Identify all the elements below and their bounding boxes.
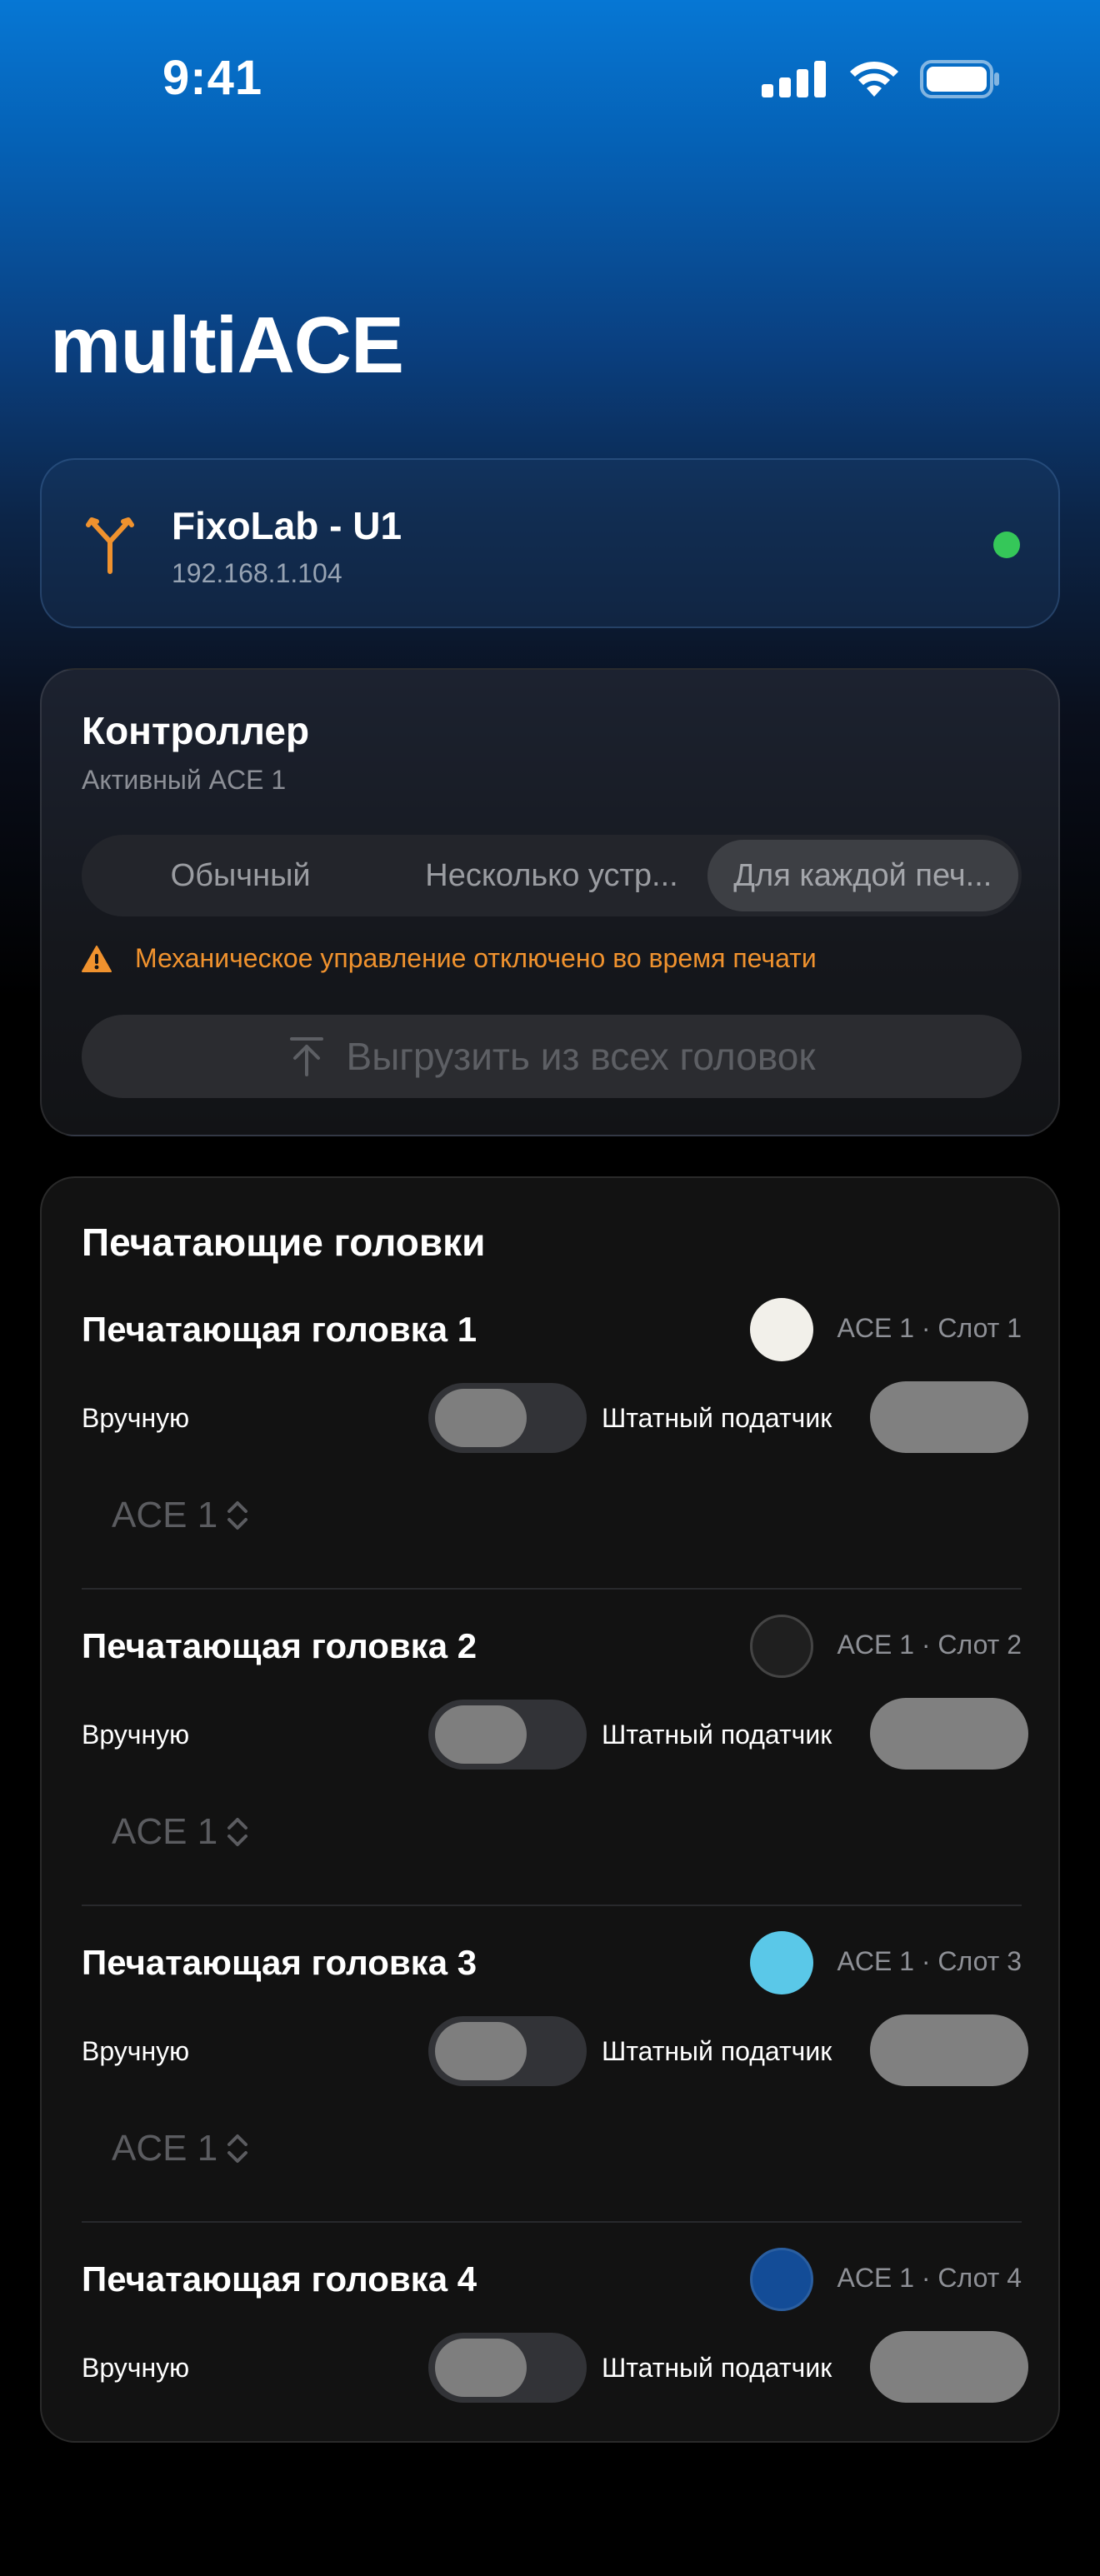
printer-ip: 192.168.1.104 xyxy=(172,558,342,588)
cellular-signal-icon xyxy=(762,61,826,97)
ace-selector[interactable]: ACE 1 xyxy=(112,1495,249,1536)
mode-segmented-control[interactable]: Обычный Несколько устр... Для каждой печ… xyxy=(82,835,1022,916)
chevron-up-down-icon xyxy=(228,1501,248,1530)
print-heads-title: Печатающие головки xyxy=(82,1221,486,1264)
toggle-knob xyxy=(435,2022,527,2080)
print-head-2: Печатающая головка 2 ACE 1 · Слот 2 Вруч… xyxy=(82,1615,1028,1943)
head-name: Печатающая головка 1 xyxy=(82,1310,478,1349)
status-time: 9:41 xyxy=(162,51,263,105)
manual-toggle[interactable] xyxy=(428,2333,587,2403)
feeder-toggle[interactable] xyxy=(870,2014,1028,2086)
manual-label: Вручную xyxy=(82,2353,190,2383)
ace-selector[interactable]: ACE 1 xyxy=(112,2128,249,2169)
fork-icon xyxy=(86,517,134,574)
feeder-label: Штатный податчик xyxy=(602,2353,832,2383)
printer-name: FixoLab - U1 xyxy=(172,504,402,547)
manual-label: Вручную xyxy=(82,1403,190,1433)
divider xyxy=(82,1588,1022,1590)
printer-card[interactable]: FixoLab - U1 192.168.1.104 xyxy=(40,458,1060,628)
divider xyxy=(82,2221,1022,2223)
feeder-toggle[interactable] xyxy=(870,1381,1028,1453)
warning-text: Механическое управление отключено во вре… xyxy=(135,943,817,973)
upload-icon xyxy=(289,1037,323,1076)
page-title: multiACE xyxy=(50,301,404,390)
filament-color-swatch[interactable] xyxy=(750,1931,813,1994)
warning-icon xyxy=(82,945,112,972)
print-heads-card: Печатающие головки Печатающая головка 1 … xyxy=(40,1176,1060,2443)
print-head-4: Печатающая головка 4 ACE 1 · Слот 4 Вруч… xyxy=(82,2248,1028,2576)
controller-subtitle: Активный ACE 1 xyxy=(82,765,287,795)
head-slot-label: ACE 1 · Слот 4 xyxy=(837,2263,1022,2293)
filament-color-swatch[interactable] xyxy=(750,1298,813,1361)
head-slot-label: ACE 1 · Слот 3 xyxy=(837,1946,1022,1976)
manual-toggle[interactable] xyxy=(428,2016,587,2086)
wifi-icon xyxy=(850,61,898,97)
status-icons xyxy=(762,60,1000,98)
ace-selector-value: ACE 1 xyxy=(112,2128,218,2169)
feeder-label: Штатный податчик xyxy=(602,1403,832,1433)
mode-segment-multi-device[interactable]: Несколько устр... xyxy=(396,840,707,911)
feeder-label: Штатный податчик xyxy=(602,1720,832,1750)
connection-status-dot xyxy=(993,532,1020,558)
mode-segment-per-print[interactable]: Для каждой печ... xyxy=(707,840,1018,911)
manual-label: Вручную xyxy=(82,1720,190,1750)
filament-color-swatch[interactable] xyxy=(750,2248,813,2311)
print-head-3: Печатающая головка 3 ACE 1 · Слот 3 Вруч… xyxy=(82,1931,1028,2259)
ace-selector-value: ACE 1 xyxy=(112,1495,218,1535)
manual-toggle[interactable] xyxy=(428,1700,587,1770)
feeder-label: Штатный податчик xyxy=(602,2036,832,2066)
ace-selector[interactable]: ACE 1 xyxy=(112,1811,249,1853)
controller-card: Контроллер Активный ACE 1 Обычный Нескол… xyxy=(40,668,1060,1136)
print-head-1: Печатающая головка 1 ACE 1 · Слот 1 Вруч… xyxy=(82,1298,1028,1626)
chevron-up-down-icon xyxy=(228,2134,248,2163)
toggle-knob xyxy=(435,1705,527,1764)
warning-message: Механическое управление отключено во вре… xyxy=(82,943,817,974)
unload-all-button[interactable]: Выгрузить из всех головок xyxy=(82,1015,1022,1098)
feeder-toggle[interactable] xyxy=(870,2331,1028,2403)
unload-all-label: Выгрузить из всех головок xyxy=(346,1035,816,1078)
divider xyxy=(82,1905,1022,1906)
head-slot-label: ACE 1 · Слот 2 xyxy=(837,1630,1022,1660)
filament-color-swatch[interactable] xyxy=(750,1615,813,1678)
manual-label: Вручную xyxy=(82,2036,190,2066)
mode-segment-normal[interactable]: Обычный xyxy=(85,840,396,911)
feeder-toggle[interactable] xyxy=(870,1698,1028,1770)
head-name: Печатающая головка 4 xyxy=(82,2259,478,2299)
ace-selector-value: ACE 1 xyxy=(112,1811,218,1852)
head-name: Печатающая головка 3 xyxy=(82,1943,478,1982)
toggle-knob xyxy=(435,1389,527,1447)
manual-toggle[interactable] xyxy=(428,1383,587,1453)
controller-title: Контроллер xyxy=(82,709,310,752)
head-name: Печатающая головка 2 xyxy=(82,1626,478,1665)
toggle-knob xyxy=(435,2339,527,2397)
chevron-up-down-icon xyxy=(228,1818,248,1846)
battery-icon xyxy=(920,60,999,98)
head-slot-label: ACE 1 · Слот 1 xyxy=(837,1313,1022,1343)
